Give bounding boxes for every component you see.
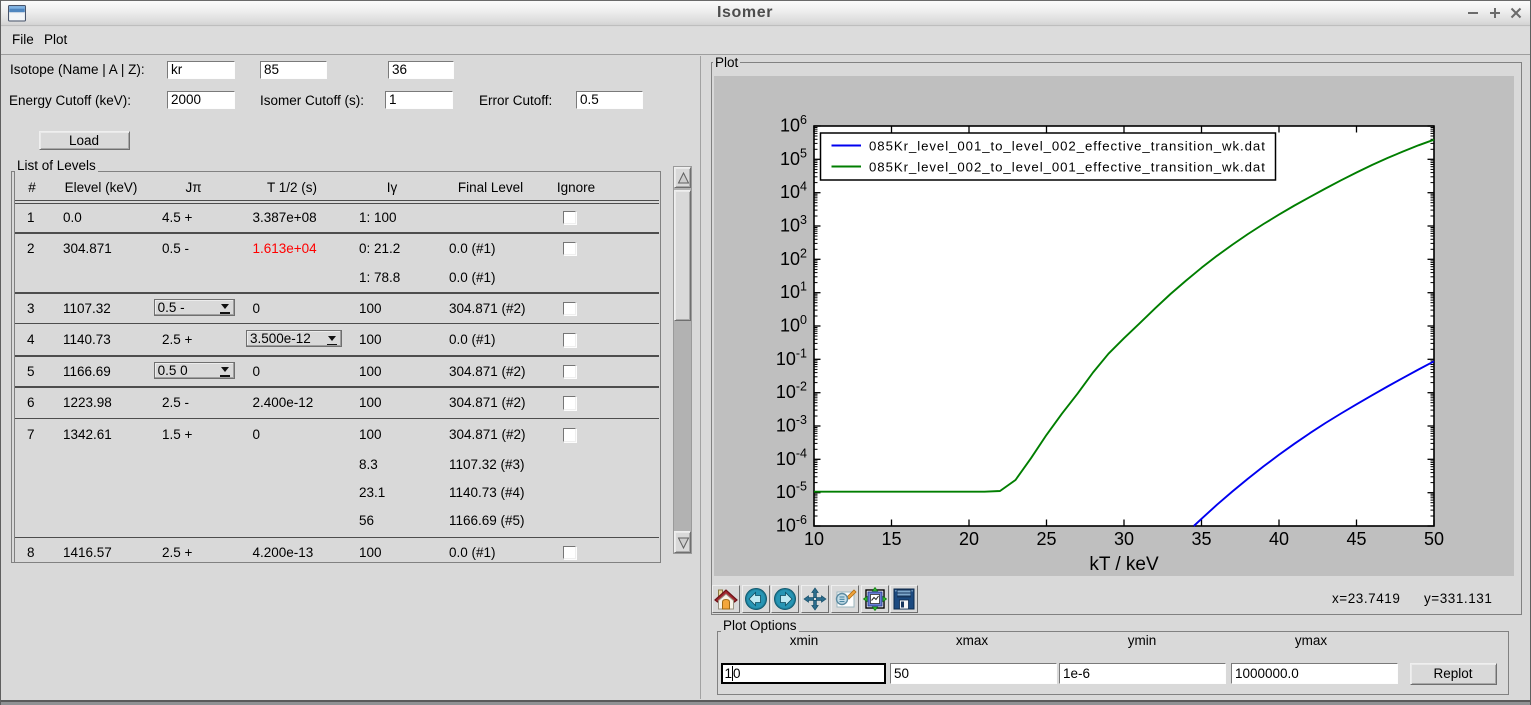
svg-text:25: 25 <box>1036 529 1056 549</box>
svg-text:10: 10 <box>804 529 824 549</box>
svg-text:15: 15 <box>881 529 901 549</box>
svg-text:085Kr_level_001_to_level_002_e: 085Kr_level_001_to_level_002_effective_t… <box>869 139 1266 154</box>
svg-text:40: 40 <box>1269 529 1289 549</box>
svg-text:30: 30 <box>1114 529 1134 549</box>
svg-text:20: 20 <box>959 529 979 549</box>
svg-text:45: 45 <box>1346 529 1366 549</box>
svg-text:kT / keV: kT / keV <box>1089 554 1159 575</box>
svg-text:50: 50 <box>1424 529 1444 549</box>
svg-text:085Kr_level_002_to_level_001_e: 085Kr_level_002_to_level_001_effective_t… <box>869 160 1266 175</box>
svg-text:35: 35 <box>1191 529 1211 549</box>
